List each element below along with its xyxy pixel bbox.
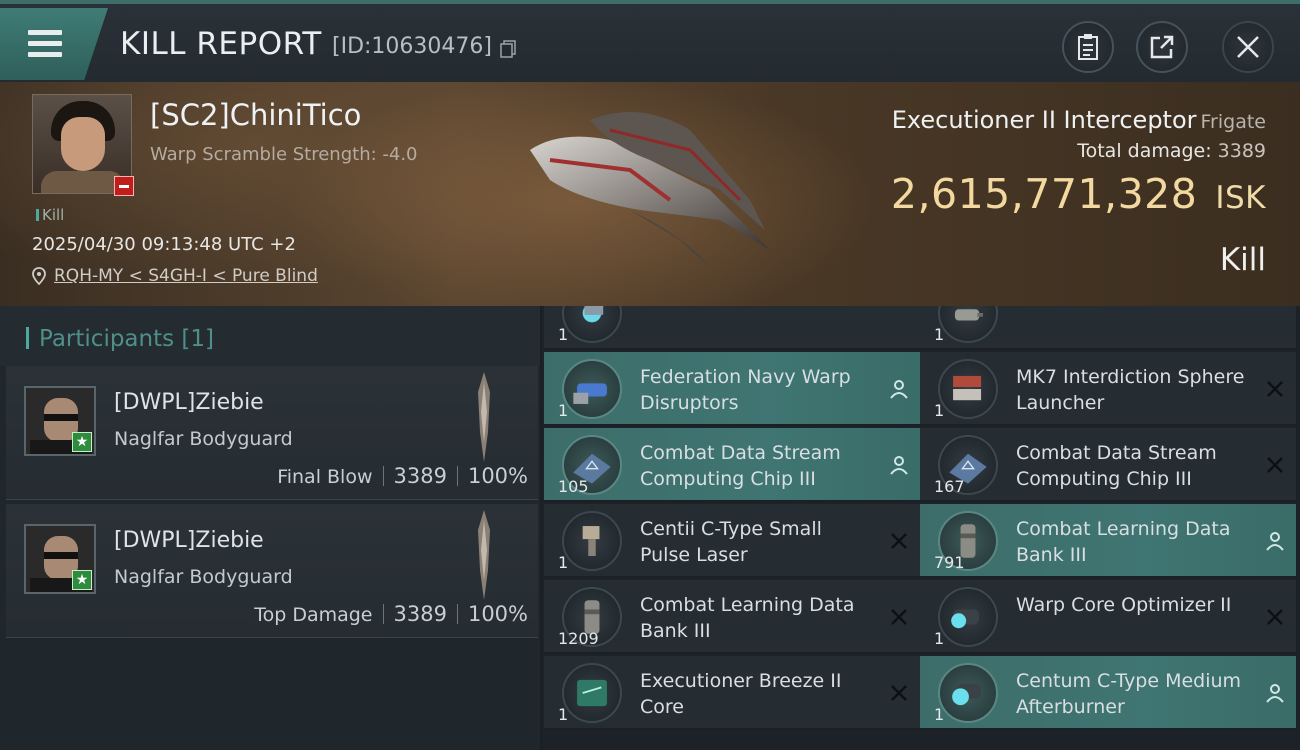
module-item[interactable]: 791 Combat Learning Data Bank III — [920, 504, 1296, 578]
module-quantity: 1 — [934, 401, 945, 420]
module-name: Centum C-Type Medium Afterburner — [1016, 670, 1242, 718]
participant-row[interactable]: ★ [DWPL]Ziebie Naglfar Bodyguard Top Dam… — [6, 504, 538, 638]
destroyed-x-icon — [891, 685, 907, 701]
share-icon — [1150, 35, 1174, 59]
page-title: KILL REPORT — [120, 26, 322, 62]
clipboard-button[interactable] — [1062, 21, 1114, 73]
module-name: Combat Data Stream Computing Chip III — [1016, 442, 1217, 490]
total-damage: Total damage: 3389 — [1077, 140, 1266, 162]
report-id: [ID:10630476] — [332, 34, 492, 59]
destroyed-x-icon — [1267, 457, 1283, 473]
aerator-icon — [938, 306, 998, 343]
clipboard-icon — [1078, 34, 1098, 60]
person-icon — [890, 380, 908, 399]
participant-name[interactable]: [DWPL]Ziebie — [114, 390, 264, 415]
module-quantity: 1 — [934, 325, 945, 344]
module-name: Executioner Breeze II Core — [640, 670, 842, 718]
warp-disruptor-icon — [562, 359, 622, 419]
participant-ship: Naglfar Bodyguard — [114, 566, 293, 588]
module-quantity: 1 — [558, 553, 569, 572]
destroyed-x-icon — [891, 533, 907, 549]
module-quantity: 105 — [558, 477, 589, 496]
participants-panel: Participants [1] ★ [DWPL]Ziebie Naglfar … — [0, 306, 540, 750]
launcher-icon — [938, 359, 998, 419]
destroyed-x-icon — [1267, 381, 1283, 397]
laser-icon — [562, 511, 622, 571]
victim-ship[interactable]: Executioner II Interceptor Frigate — [892, 106, 1266, 134]
module-quantity: 1 — [558, 325, 569, 344]
destroyed-x-icon — [891, 609, 907, 625]
person-icon — [1266, 532, 1284, 551]
star-badge-icon: ★ — [72, 432, 92, 452]
module-item[interactable]: 167 Combat Data Stream Computing Chip III — [920, 428, 1296, 502]
module-quantity: 1209 — [558, 629, 599, 648]
ship-render — [530, 112, 770, 268]
close-icon — [1237, 36, 1259, 58]
participant-row[interactable]: ★ [DWPL]Ziebie Naglfar Bodyguard Final B… — [6, 366, 538, 500]
module-quantity: 1 — [934, 705, 945, 724]
result-label: Kill — [1219, 242, 1266, 278]
participants-title: Participants [1] — [26, 326, 214, 352]
person-icon — [1266, 684, 1284, 703]
module-item[interactable]: 1 Centii C-Type Small Pulse Laser — [544, 504, 920, 578]
module-item[interactable]: 1 Federation Navy Warp Disruptors — [544, 352, 920, 426]
module-name: Combat Learning Data Bank III — [1016, 518, 1231, 566]
person-icon — [890, 456, 908, 475]
module-item[interactable]: 1 Executioner Breeze II Core — [544, 656, 920, 730]
participant-ship: Naglfar Bodyguard — [114, 428, 293, 450]
kill-datetime: 2025/04/30 09:13:48 UTC +2 — [32, 234, 296, 255]
warp-scramble-strength: Warp Scramble Strength: -4.0 — [150, 144, 418, 165]
module-item[interactable]: 105 Combat Data Stream Computing Chip III — [544, 428, 920, 502]
isk-value: 2,615,771,328 ISK — [890, 170, 1266, 218]
hostile-standing-icon — [114, 176, 134, 196]
destroyed-x-icon — [1264, 306, 1286, 308]
module-quantity: 167 — [934, 477, 965, 496]
participant-stats: Final Blow 3389 100% — [277, 464, 528, 488]
module-name: Warp Core Optimizer II — [1016, 594, 1232, 616]
optimizer-icon — [938, 587, 998, 647]
module-quantity: 1 — [558, 705, 569, 724]
thruster-icon — [562, 306, 622, 343]
module-name: Federation Navy Warp Disruptors — [640, 366, 851, 414]
module-quantity: 1 — [934, 629, 945, 648]
participant-name[interactable]: [DWPL]Ziebie — [114, 528, 264, 553]
destroyed-x-icon — [1267, 609, 1283, 625]
module-item[interactable]: 1 Warp Core Optimizer II — [920, 580, 1296, 654]
menu-button[interactable] — [0, 8, 108, 80]
star-badge-icon: ★ — [72, 570, 92, 590]
module-name: MK7 Interdiction Sphere Launcher — [1016, 366, 1245, 414]
location-pin-icon — [32, 267, 46, 285]
victim-pilot-name[interactable]: [SC2]ChiniTico — [150, 98, 361, 132]
module-item[interactable]: 1209 Combat Learning Data Bank III — [544, 580, 920, 654]
module-name: Centii C-Type Small Pulse Laser — [640, 518, 822, 566]
kill-tag: Kill — [36, 206, 64, 224]
module-name: Combat Data Stream Computing Chip III — [640, 442, 841, 490]
fitting-list[interactable]: 1Auxiliary Thrusters II1Federation Navy … — [542, 306, 1300, 750]
afterburner-icon — [938, 663, 998, 723]
module-item[interactable]: 1 MK7 Interdiction Sphere Launcher — [920, 352, 1296, 426]
close-button[interactable] — [1222, 21, 1274, 73]
hamburger-icon — [28, 30, 62, 58]
destroyed-x-icon — [888, 306, 910, 308]
module-item[interactable]: 1Laser Burst Aerator II — [920, 306, 1296, 350]
participant-ship-icon — [478, 372, 490, 462]
kill-location[interactable]: RQH-MY < S4GH-I < Pure Blind — [32, 266, 318, 286]
core-icon — [562, 663, 622, 723]
header-bar: KILL REPORT [ID:10630476] — [0, 0, 1300, 82]
module-item[interactable]: 1Auxiliary Thrusters II — [544, 306, 920, 350]
module-item[interactable]: 1 Centum C-Type Medium Afterburner — [920, 656, 1296, 730]
participant-ship-icon — [478, 510, 490, 600]
share-button[interactable] — [1136, 21, 1188, 73]
participant-stats: Top Damage 3389 100% — [254, 602, 528, 626]
copy-icon[interactable] — [500, 40, 516, 58]
module-name: Combat Learning Data Bank III — [640, 594, 855, 642]
module-quantity: 791 — [934, 553, 965, 572]
victim-banner: [SC2]ChiniTico Warp Scramble Strength: -… — [0, 82, 1300, 306]
module-quantity: 1 — [558, 401, 569, 420]
